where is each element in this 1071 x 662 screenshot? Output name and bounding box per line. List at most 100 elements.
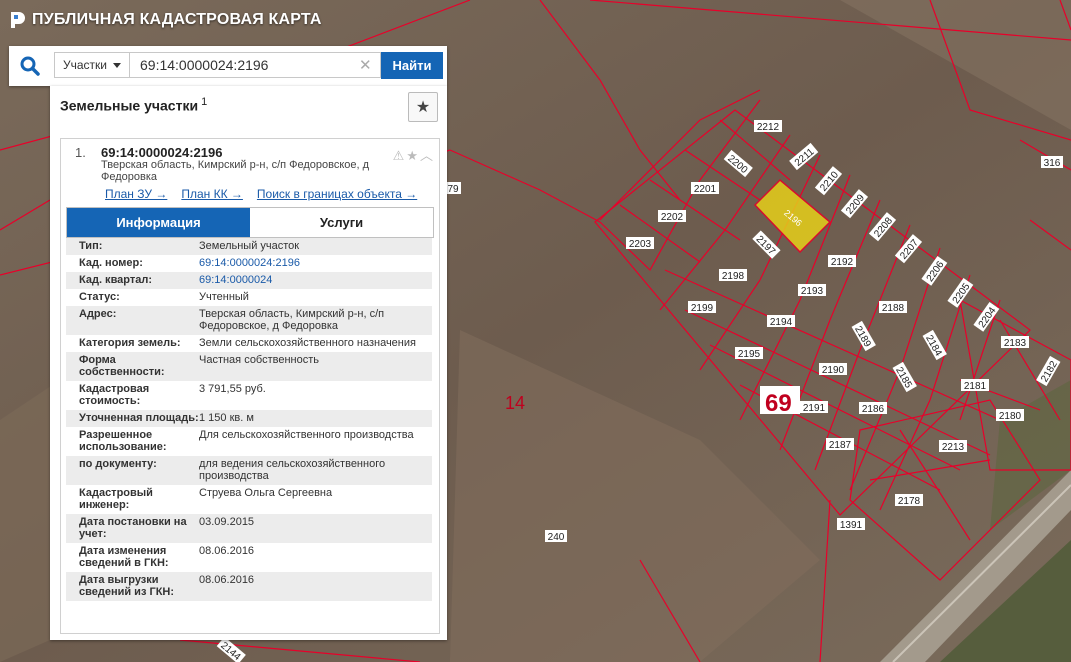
parcel-label: 2201 — [694, 184, 717, 195]
results-panel: Земельные участки 1 ★ 1. 69:14:0000024:21… — [50, 86, 447, 640]
app-header: ПУБЛИЧНАЯ КАДАСТРОВАЯ КАРТА — [0, 0, 322, 40]
table-row: Адрес: Тверская область, Кимрский р-н, с/… — [66, 306, 432, 335]
star-icon: ★ — [415, 99, 431, 116]
field-value: 1 150 кв. м — [199, 412, 254, 424]
panel-title-text: Земельные участки — [60, 97, 199, 114]
parcel-label: 316 — [1044, 158, 1061, 169]
field-label: Кад. квартал: — [79, 274, 153, 286]
field-label: Уточненная площадь: — [79, 412, 199, 424]
table-row: Кад. номер: 69:14:0000024:2196 — [66, 255, 432, 272]
field-label: Дата постановки на учет: — [79, 516, 187, 540]
find-button[interactable]: Найти — [381, 52, 443, 79]
field-label: Тип: — [79, 240, 103, 252]
quarter-label-14: 14 — [505, 393, 525, 413]
tab-services[interactable]: Услуги — [250, 208, 433, 237]
table-row: по документу: для ведения сельскохозяйств… — [66, 456, 432, 485]
favorite-button[interactable]: ★ — [408, 92, 438, 122]
table-row: Форма собственности: Частная собственност… — [66, 352, 432, 381]
parcel-label: 2190 — [822, 365, 845, 376]
field-label: Адрес: — [79, 308, 117, 320]
search-type-select[interactable]: Участки — [54, 52, 129, 78]
result-card: 1. 69:14:0000024:2196 Тверская область, … — [60, 138, 440, 634]
search-bar: Участки ✕ Найти — [9, 46, 447, 86]
warning-icon[interactable]: ⚠ — [393, 148, 407, 163]
table-row: Дата изменения сведений в ГКН: 08.06.2016 — [66, 543, 432, 572]
parcel-label: 2193 — [801, 286, 824, 297]
search-icon[interactable] — [19, 55, 41, 77]
result-actions: ⚠★︿ — [393, 145, 435, 164]
field-label: Форма собственности: — [79, 354, 165, 378]
plan-zu-link[interactable]: План ЗУ → — [105, 187, 167, 201]
parcel-label: 2192 — [831, 257, 854, 268]
table-row: Кадастровый инженер: Струева Ольга Сергее… — [66, 485, 432, 514]
chevron-down-icon — [113, 62, 121, 68]
table-row: Разрешенное использование: Для сельскохоз… — [66, 427, 432, 456]
parcel-label: 2212 — [757, 122, 780, 133]
field-value: Частная собственность — [199, 354, 320, 366]
table-row: Статус: Учтенный — [66, 289, 432, 306]
parcel-label: 2191 — [803, 403, 826, 414]
parcel-label: 2203 — [629, 239, 652, 250]
table-row: Уточненная площадь: 1 150 кв. м — [66, 410, 432, 427]
field-label: Дата изменения сведений в ГКН: — [79, 545, 169, 569]
logo-icon — [11, 12, 25, 28]
table-row: Кад. квартал: 69:14:0000024 — [66, 272, 432, 289]
field-value: Земли сельскохозяйственного назначения — [199, 337, 416, 349]
field-value: 3 791,55 руб. — [199, 383, 266, 395]
parcel-label: 2199 — [691, 303, 714, 314]
app-title: ПУБЛИЧНАЯ КАДАСТРОВАЯ КАРТА — [32, 11, 322, 28]
table-row: Тип: Земельный участок — [66, 238, 432, 255]
parcel-label: 1391 — [840, 520, 863, 531]
cad-number-link[interactable]: 69:14:0000024:2196 — [199, 255, 432, 272]
parcel-label: 2178 — [898, 496, 921, 507]
field-value: для ведения сельскохозяйственного произв… — [199, 458, 386, 482]
panel-title: Земельные участки 1 — [60, 96, 207, 114]
parcel-label: 2188 — [882, 303, 905, 314]
field-value: 08.06.2016 — [199, 574, 255, 586]
result-links: План ЗУ → План КК → Поиск в границах объ… — [105, 187, 417, 201]
result-count: 1 — [201, 96, 208, 108]
field-label: Категория земель: — [79, 337, 181, 349]
search-in-bounds-link[interactable]: Поиск в границах объекта → — [257, 187, 417, 201]
quarter-label-69: 69 — [765, 390, 792, 417]
result-address: Тверская область, Кимрский р-н, с/п Федо… — [101, 159, 370, 183]
field-value: Тверская область, Кимрский р-н, с/п Федо… — [199, 308, 385, 332]
parcel-label: 2213 — [942, 442, 965, 453]
info-tabs: Информация Услуги — [66, 207, 434, 238]
search-input[interactable] — [129, 52, 381, 78]
table-row: Дата выгрузки сведений из ГКН: 08.06.2016 — [66, 572, 432, 601]
parcel-label: 2187 — [829, 440, 852, 451]
chevron-up-icon[interactable]: ︿ — [420, 148, 435, 163]
parcel-label: 240 — [548, 532, 565, 543]
clear-icon[interactable]: ✕ — [359, 56, 372, 74]
plan-kk-link[interactable]: План КК → — [181, 187, 243, 201]
field-value: 08.06.2016 — [199, 545, 255, 557]
field-label: Статус: — [79, 291, 120, 303]
result-cad-number[interactable]: 69:14:0000024:2196 — [101, 145, 222, 160]
field-value: Земельный участок — [199, 240, 300, 252]
tab-info[interactable]: Информация — [67, 208, 250, 237]
cad-quarter-link[interactable]: 69:14:0000024 — [199, 272, 432, 289]
result-index: 1. — [75, 145, 86, 160]
field-value: Для сельскохозяйственного производства — [199, 429, 414, 441]
parcel-label: 2180 — [999, 411, 1022, 422]
parcel-label: 2198 — [722, 271, 745, 282]
field-value: 03.09.2015 — [199, 516, 255, 528]
search-type-label: Участки — [63, 58, 107, 72]
table-row: Кадастровая стоимость: 3 791,55 руб. — [66, 381, 432, 410]
field-label: Кадастровый инженер: — [79, 487, 153, 511]
table-row: Категория земель: Земли сельскохозяйствен… — [66, 335, 432, 352]
field-value: Учтенный — [199, 291, 249, 303]
field-label: Разрешенное использование: — [79, 429, 167, 453]
parcel-label: 2202 — [661, 212, 684, 223]
field-label: Кад. номер: — [79, 257, 143, 269]
star-icon[interactable]: ★ — [406, 148, 420, 163]
field-value: Струева Ольга Сергеевна — [199, 487, 333, 499]
parcel-label: 2195 — [738, 349, 761, 360]
parcel-label: 2186 — [862, 404, 885, 415]
parcel-label: 79 — [447, 184, 459, 195]
parcel-label: 2194 — [770, 317, 793, 328]
parcel-label: 2183 — [1004, 338, 1027, 349]
parcel-label: 2181 — [964, 381, 987, 392]
table-row: Дата постановки на учет: 03.09.2015 — [66, 514, 432, 543]
